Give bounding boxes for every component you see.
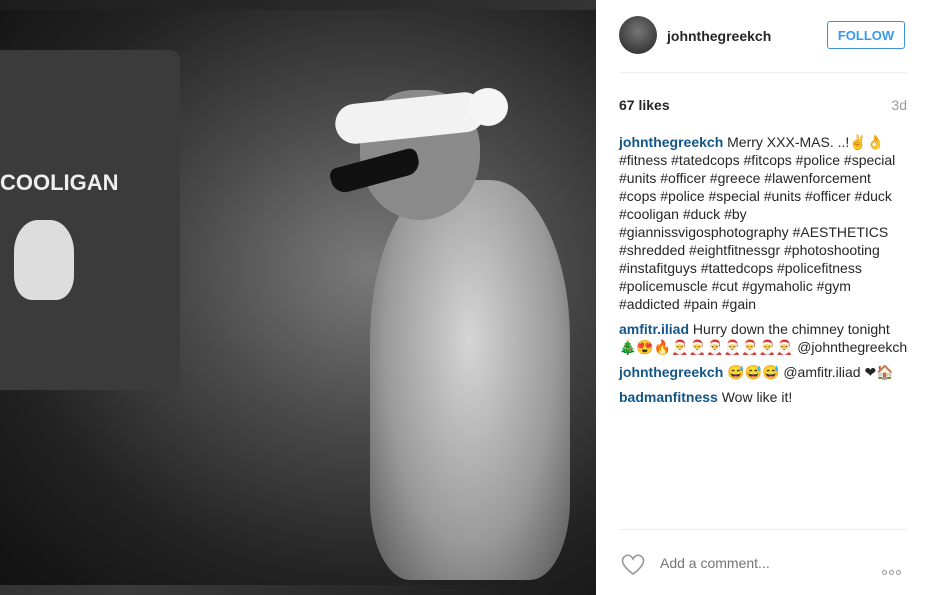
list-item: johnthegreekch 😅😅😅 @amfitr.iliad ❤🏠 — [619, 363, 909, 381]
comments-divider — [619, 529, 907, 530]
post-view: COOLIGAN johnthegreekch FOLLOW 67 likes … — [0, 0, 932, 595]
comment-username[interactable]: johnthegreekch — [619, 134, 723, 150]
list-item: badmanfitness Wow like it! — [619, 388, 909, 406]
likes-count[interactable]: 67 likes — [619, 97, 670, 113]
santa-hat-pompom — [468, 88, 508, 126]
add-comment-input[interactable] — [658, 554, 862, 572]
post-header: johnthegreekch FOLLOW — [596, 0, 932, 72]
post-time[interactable]: 3d — [891, 97, 907, 113]
shirt-duck-graphic — [14, 220, 74, 300]
comments-list: johnthegreekch Merry XXX-MAS. ..!✌👌 #fit… — [619, 133, 909, 413]
add-comment-row — [596, 540, 932, 588]
hanging-shirt — [0, 50, 180, 390]
avatar[interactable] — [619, 16, 657, 54]
comment-username[interactable]: badmanfitness — [619, 389, 718, 405]
dot — [896, 570, 901, 575]
list-item: johnthegreekch Merry XXX-MAS. ..!✌👌 #fit… — [619, 133, 909, 313]
dot — [882, 570, 887, 575]
comment-text: 😅😅😅 @amfitr.iliad ❤🏠 — [727, 364, 894, 380]
dot — [889, 570, 894, 575]
post-username[interactable]: johnthegreekch — [667, 28, 771, 44]
list-item: amfitr.iliad Hurry down the chimney toni… — [619, 320, 909, 356]
comment-username[interactable]: amfitr.iliad — [619, 321, 689, 337]
comment-text: Wow like it! — [721, 389, 793, 405]
post-photo[interactable]: COOLIGAN — [0, 0, 596, 595]
more-options-icon[interactable] — [882, 562, 908, 575]
person-torso — [370, 180, 570, 580]
comment-username[interactable]: johnthegreekch — [619, 364, 723, 380]
heart-outline-icon[interactable] — [620, 552, 646, 576]
comment-text: Merry XXX-MAS. ..!✌👌 #fitness #tatedcops… — [619, 134, 896, 312]
shirt-print-text: COOLIGAN — [0, 170, 119, 195]
post-side-panel: johnthegreekch FOLLOW 67 likes 3d johnth… — [596, 0, 932, 595]
photo-scene: COOLIGAN — [0, 10, 596, 585]
header-divider — [619, 72, 907, 73]
follow-button[interactable]: FOLLOW — [827, 21, 905, 49]
